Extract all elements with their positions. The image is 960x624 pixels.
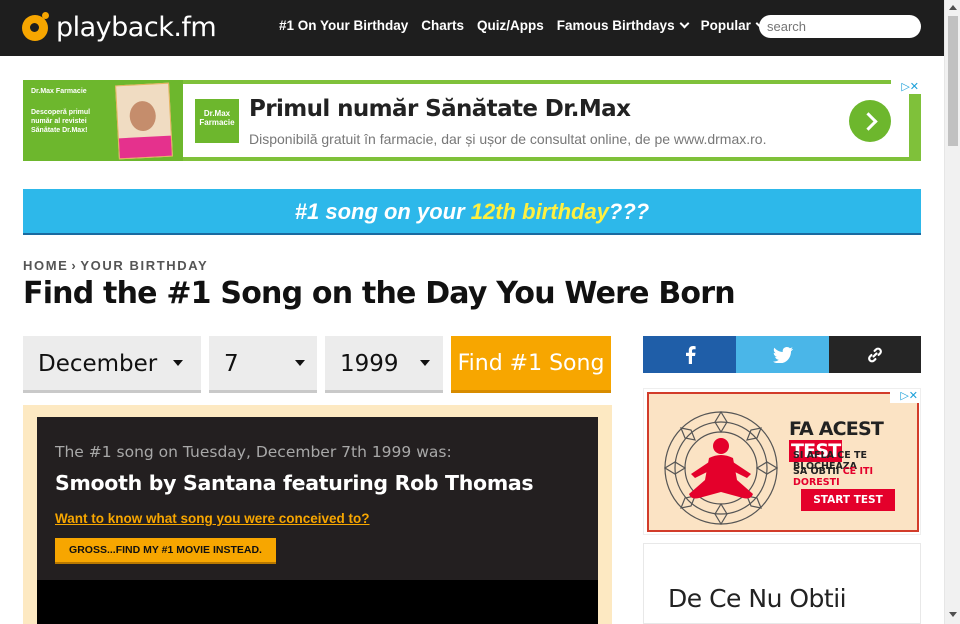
nav-item-quiz-apps[interactable]: Quiz/Apps — [477, 18, 544, 33]
breadcrumb-separator: › — [71, 258, 78, 273]
banner-highlight: 12th birthday — [470, 199, 609, 224]
drmax-logo: Dr.Max Farmacie — [195, 99, 239, 143]
ad-card[interactable]: Dr.Max Farmacie Primul număr Sănătate Dr.… — [183, 84, 909, 157]
logo-icon — [22, 11, 49, 41]
result-intro: The #1 song on Tuesday, December 7th 199… — [55, 443, 452, 461]
year-value: 1999 — [340, 351, 399, 377]
side-ad[interactable]: FA ACEST TEST SI AFLA CE TE BLOCHEAZA SA… — [643, 388, 921, 535]
ad-brand-small: Dr.Max Farmacie — [31, 88, 87, 95]
main-nav: #1 On Your Birthday Charts Quiz/Apps Fam… — [279, 18, 777, 33]
month-value: December — [38, 351, 158, 377]
breadcrumb-home[interactable]: HOME — [23, 258, 68, 273]
nav-label: Quiz/Apps — [477, 18, 544, 33]
breadcrumb-current[interactable]: YOUR BIRTHDAY — [80, 258, 208, 273]
nav-item-charts[interactable]: Charts — [421, 18, 464, 33]
share-twitter-button[interactable] — [736, 336, 829, 373]
breadcrumb: HOME › YOUR BIRTHDAY — [23, 258, 208, 273]
nav-label: Popular — [700, 18, 751, 33]
site-logo[interactable]: playback.fm — [22, 11, 217, 43]
top-ad-banner[interactable]: Dr.Max Farmacie Descoperă primul număr a… — [23, 80, 921, 161]
day-value: 7 — [224, 351, 239, 377]
side-article-title: De Ce Nu Obtii — [668, 584, 847, 613]
day-select[interactable]: 7 — [209, 336, 317, 393]
banner-prefix: #1 song on your — [294, 199, 471, 224]
ad-choices-icon[interactable]: ▷✕ — [891, 80, 921, 94]
logo-brand: Dr.Max — [203, 109, 231, 118]
ad-line-2a: SA OBTII — [793, 466, 843, 477]
page: playback.fm #1 On Your Birthday Charts Q… — [0, 0, 960, 624]
caret-down-icon — [420, 360, 430, 366]
side-ad-creative: FA ACEST TEST SI AFLA CE TE BLOCHEAZA SA… — [647, 392, 919, 532]
nav-label: Charts — [421, 18, 465, 33]
birthday-banner[interactable]: #1 song on your 12th birthday??? — [23, 189, 921, 235]
find-song-button[interactable]: Find #1 Song — [451, 336, 611, 393]
vertical-scrollbar[interactable] — [944, 0, 960, 624]
ad-magazine-panel: Dr.Max Farmacie Descoperă primul număr a… — [23, 80, 183, 161]
nav-label: #1 On Your Birthday — [279, 18, 409, 33]
nav-item-birthday[interactable]: #1 On Your Birthday — [279, 18, 408, 33]
ad-brand-name: Dr.Max — [31, 88, 54, 95]
scrollbar-thumb[interactable] — [948, 16, 958, 146]
page-title: Find the #1 Song on the Day You Were Bor… — [23, 276, 736, 311]
logo-sub: Farmacie — [199, 118, 235, 127]
nav-item-popular[interactable]: Popular — [700, 18, 766, 33]
facebook-icon — [685, 345, 696, 364]
logo-text: playback.fm — [56, 12, 217, 43]
share-facebook-button[interactable] — [643, 336, 736, 373]
scroll-up-arrow-icon[interactable] — [949, 5, 957, 10]
link-icon — [868, 347, 882, 362]
cover-portrait — [128, 100, 157, 132]
ad-brand-sub: Farmacie — [55, 88, 87, 95]
ad-description: Disponibilă gratuit în farmacie, dar și … — [249, 131, 767, 147]
side-article-card[interactable]: De Ce Nu Obtii — [643, 543, 921, 624]
magazine-cover-image — [115, 82, 173, 160]
start-test-button[interactable]: START TEST — [801, 489, 895, 511]
video-player[interactable] — [37, 580, 598, 624]
twitter-icon — [772, 346, 793, 363]
nav-label: Famous Birthdays — [556, 18, 675, 33]
caret-down-icon — [173, 360, 183, 366]
result-song-title: Smooth by Santana featuring Rob Thomas — [55, 471, 534, 495]
ad-heading-a: FA ACEST — [789, 418, 884, 440]
caret-down-icon — [295, 360, 305, 366]
top-navbar: playback.fm #1 On Your Birthday Charts Q… — [0, 0, 944, 56]
banner-suffix: ??? — [608, 199, 650, 224]
ad-promo-text: Descoperă primul număr al revistei Sănăt… — [31, 109, 91, 134]
nav-item-famous-birthdays[interactable]: Famous Birthdays — [556, 18, 690, 33]
cover-strip — [118, 135, 172, 159]
ad-choices-icon[interactable]: ▷✕ — [890, 389, 920, 403]
meditation-mandala-image — [663, 410, 779, 526]
share-link-button[interactable] — [829, 336, 921, 373]
conceived-song-link[interactable]: Want to know what song you were conceive… — [55, 511, 370, 526]
find-movie-button[interactable]: GROSS...FIND MY #1 MOVIE INSTEAD. — [55, 538, 276, 564]
ad-title: Primul număr Sănătate Dr.Max — [249, 96, 631, 122]
year-select[interactable]: 1999 — [325, 336, 443, 393]
ad-line-2: SA OBTII CE ITI DORESTI — [793, 466, 917, 488]
chevron-down-icon — [679, 18, 690, 29]
search-input[interactable] — [759, 15, 921, 38]
month-select[interactable]: December — [23, 336, 201, 393]
result-panel: The #1 song on Tuesday, December 7th 199… — [23, 405, 612, 624]
ad-go-arrow-icon[interactable] — [849, 100, 891, 142]
scroll-down-arrow-icon[interactable] — [949, 612, 957, 617]
result-box: The #1 song on Tuesday, December 7th 199… — [37, 417, 598, 624]
